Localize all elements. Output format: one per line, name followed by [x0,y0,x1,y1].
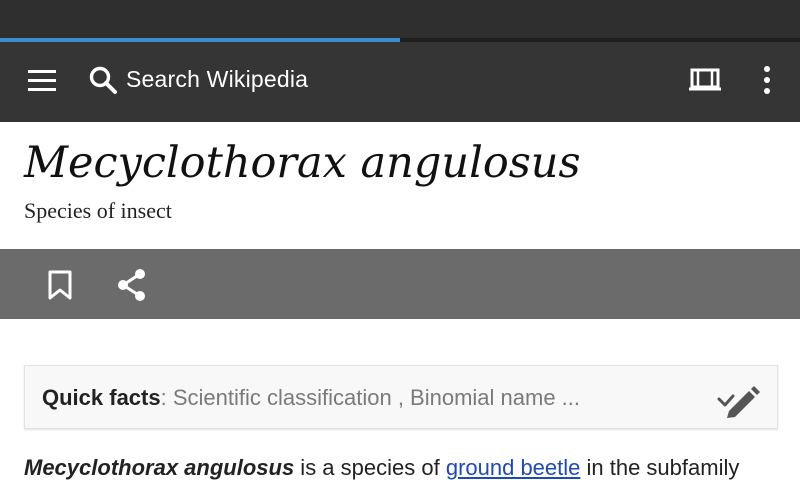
reading-list-button[interactable] [684,60,726,100]
search-input[interactable]: Search Wikipedia [126,66,308,93]
share-button[interactable] [112,265,152,305]
hamburger-menu-icon-line [28,79,56,82]
navigation-menu-button[interactable] [18,60,66,100]
page-description: Species of insect [24,198,172,223]
overflow-menu-icon [764,66,770,94]
quick-facts-label: Quick facts [42,385,161,410]
share-icon [118,269,145,301]
article-text-segment: is a species of [294,455,446,480]
article-subject-bold: Mecyclothorax angulosus [24,455,295,480]
hamburger-menu-icon-line [28,88,56,91]
article-action-bar [0,249,800,319]
overflow-menu-button[interactable] [750,60,784,100]
quick-facts-summary: Scientific classification , Binomial nam… [172,385,581,410]
quick-facts-text: Quick facts: Scientific classification ,… [42,385,580,411]
app-toolbar: Search Wikipedia [0,42,800,122]
ground-beetle-link[interactable]: ground beetle [446,455,581,480]
quick-facts-box[interactable]: Quick facts: Scientific classification ,… [24,365,778,429]
article-body-paragraph: Mecyclothorax angulosus is a species of … [24,455,800,480]
save-bookmark-button[interactable] [40,265,80,305]
search-button[interactable] [86,60,122,100]
expand-pencil-icon [717,386,760,418]
article-header: Mecyclothorax angulosus Species of insec… [0,122,800,249]
quick-facts-separator: : [160,385,173,410]
page-title: Mecyclothorax angulosus [24,138,581,188]
bookmark-icon [48,270,72,300]
hamburger-menu-icon [28,70,56,73]
article-text-segment: in the subfamily [580,455,740,480]
search-icon [89,66,117,94]
status-bar [0,0,800,38]
reading-list-icon [689,68,721,91]
quick-facts-expand-button[interactable] [715,380,763,420]
